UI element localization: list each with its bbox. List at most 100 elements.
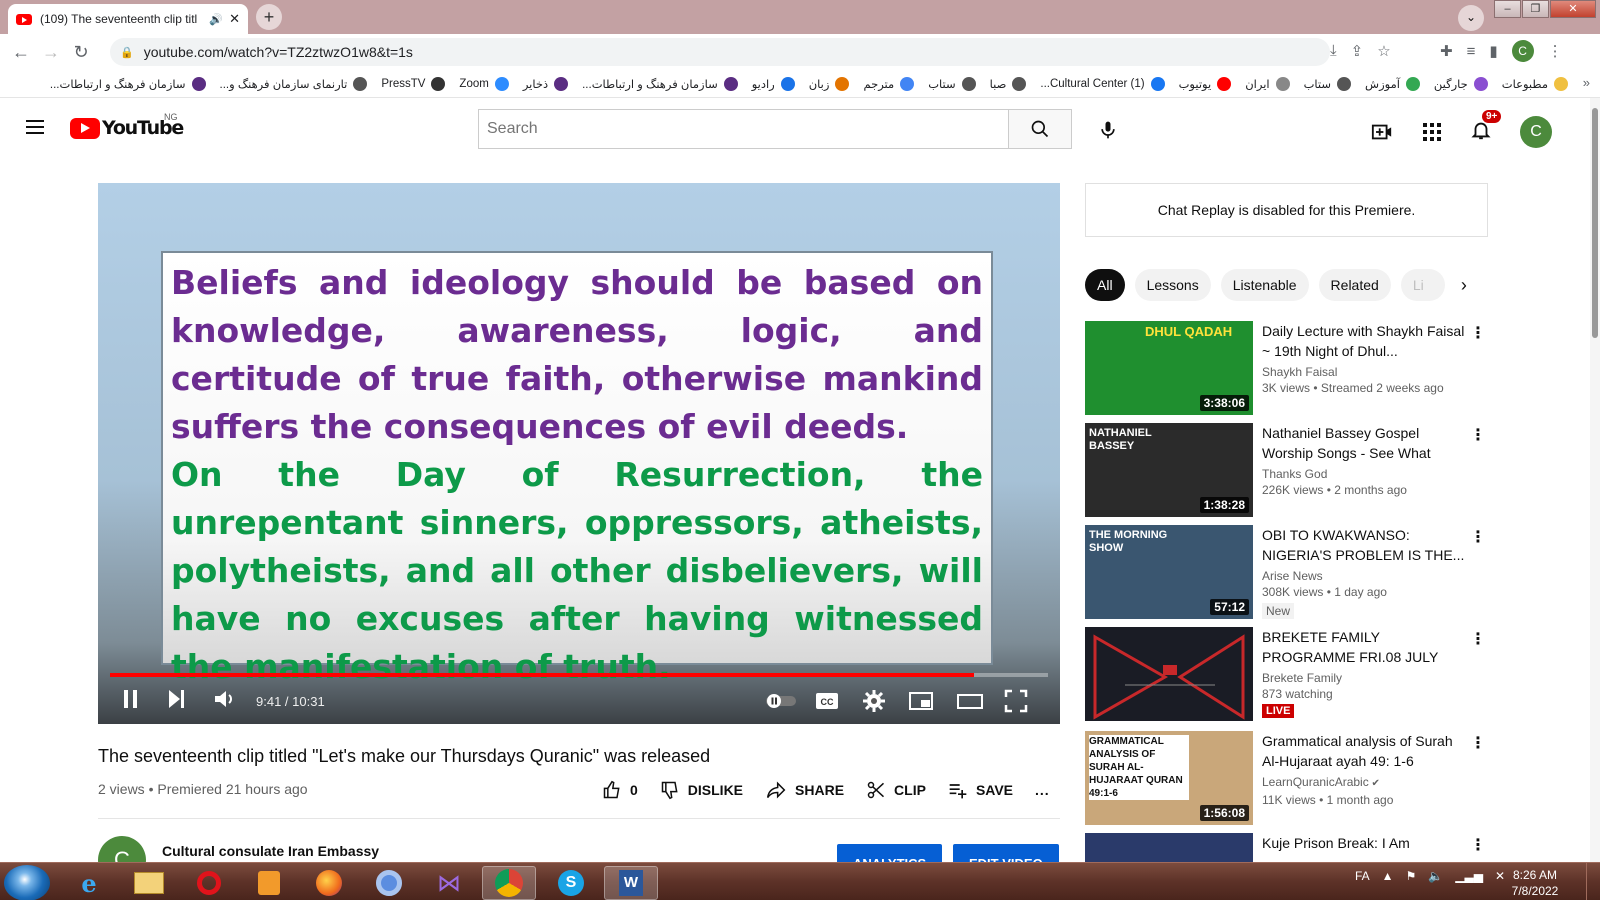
video-thumbnail[interactable] (1085, 627, 1253, 721)
recommendation-item[interactable]: Kuje Prison Break: I Am ⋮ (1085, 833, 1485, 862)
account-avatar[interactable]: C (1520, 116, 1552, 148)
bookmark-item[interactable]: زبان (809, 76, 850, 91)
skype-icon[interactable]: S (544, 866, 598, 900)
filter-chip[interactable]: Listenable (1220, 269, 1309, 301)
progress-bar[interactable] (110, 673, 1048, 677)
browser-menu-icon[interactable]: ⋮ (1548, 42, 1563, 60)
minimize-button[interactable]: – (1494, 0, 1521, 18)
video-thumbnail[interactable] (1085, 833, 1253, 862)
chips-next-chevron-icon[interactable]: › (1461, 275, 1467, 296)
reading-list-icon[interactable]: ≡ (1467, 43, 1476, 60)
more-actions-button[interactable]: ... (1035, 782, 1050, 798)
bookmark-item[interactable]: سازمان فرهنگ و ارتباطات... (50, 76, 206, 91)
video-thumbnail[interactable]: THE MORNING SHOW 57:12 (1085, 525, 1253, 619)
bookmark-item[interactable]: PressTV (381, 76, 446, 91)
more-options-kebab-icon[interactable]: ⋮ (1470, 425, 1486, 445)
bookmark-item[interactable]: سازمان فرهنگ و ارتباطات... (582, 76, 738, 91)
share-button[interactable]: SHARE (765, 780, 844, 800)
bookmark-item[interactable]: ذخایر (523, 76, 569, 91)
browser-profile-avatar[interactable]: C (1511, 40, 1534, 62)
bookmark-item[interactable]: یوتیوب (1179, 76, 1232, 91)
forward-arrow-icon[interactable]: → (36, 42, 66, 63)
chromium-icon[interactable] (362, 866, 416, 900)
bookmarks-overflow-icon[interactable]: » (1583, 75, 1590, 90)
bookmark-item[interactable]: ستاب (1304, 76, 1352, 91)
voice-search-button[interactable] (1090, 112, 1126, 148)
hamburger-menu-icon[interactable] (26, 120, 44, 138)
like-button[interactable]: 0 (602, 780, 638, 800)
word-icon[interactable]: W (604, 866, 658, 900)
browser-tab[interactable]: (109) The seventeenth clip titl 🔊 ✕ (8, 4, 248, 34)
filter-chip[interactable]: Lessons (1134, 269, 1211, 301)
bookmark-item[interactable]: جارگین (1434, 76, 1488, 91)
recommendation-item[interactable]: BREKETE FAMILY PROGRAMME FRI.08 JULY 202… (1085, 627, 1486, 723)
maximize-button[interactable]: ❐ (1522, 0, 1549, 18)
page-scrollbar[interactable] (1590, 98, 1600, 862)
bookmark-item[interactable]: صبا (990, 76, 1027, 91)
volume-icon[interactable] (214, 689, 236, 709)
tray-expand-icon[interactable]: ▲ (1382, 869, 1394, 883)
install-icon[interactable]: ⤓ (1330, 42, 1337, 60)
bookmark-item[interactable]: Zoom (459, 76, 509, 91)
recommendation-title[interactable]: BREKETE FAMILY PROGRAMME FRI.08 JULY 202… (1262, 627, 1467, 667)
chrome-icon[interactable] (482, 866, 536, 900)
bookmark-item[interactable]: رادیو (752, 76, 795, 91)
video-thumbnail[interactable]: DHUL QADAH 3:38:06 (1085, 321, 1253, 415)
recommendation-channel[interactable]: LearnQuranicArabic (1262, 775, 1369, 789)
recommendation-item[interactable]: NATHANIEL BASSEY 1:38:28 Nathaniel Bassey … (1085, 423, 1486, 519)
create-video-icon[interactable] (1370, 121, 1394, 143)
more-options-kebab-icon[interactable]: ⋮ (1470, 527, 1486, 547)
autoplay-toggle-icon[interactable] (764, 688, 798, 714)
bookmark-item[interactable]: تارنمای سازمان فرهنگ و... (220, 76, 368, 91)
internet-explorer-icon[interactable]: e (62, 866, 116, 900)
start-button[interactable] (4, 865, 50, 900)
clip-button[interactable]: CLIP (866, 780, 926, 800)
share-page-icon[interactable]: ⇪ (1351, 42, 1364, 60)
filter-chip[interactable]: Related (1318, 269, 1391, 301)
dislike-button[interactable]: DISLIKE (660, 780, 743, 800)
taskbar-clock[interactable]: 8:26 AM 7/8/2022 (1500, 867, 1570, 899)
pause-icon[interactable] (122, 689, 140, 709)
opera-icon[interactable] (182, 866, 236, 900)
media-player-icon[interactable] (242, 866, 296, 900)
fullscreen-icon[interactable] (1004, 688, 1028, 714)
language-indicator[interactable]: FA (1355, 869, 1370, 883)
extensions-puzzle-icon[interactable]: ✚ (1440, 42, 1453, 60)
recommendation-channel[interactable]: Shaykh Faisal (1262, 365, 1467, 379)
recommendation-item[interactable]: DHUL QADAH 3:38:06 Daily Lecture with Shay… (1085, 321, 1486, 417)
recommendation-channel[interactable]: Thanks God (1262, 467, 1467, 481)
volume-tray-icon[interactable]: 🔈 (1428, 869, 1443, 883)
filter-chip[interactable]: All (1085, 269, 1125, 301)
video-player[interactable]: Beliefs and ideology should be based on … (98, 183, 1060, 724)
miniplayer-icon[interactable] (908, 688, 934, 714)
recommendation-title[interactable]: Grammatical analysis of Surah Al-Hujaraa… (1262, 731, 1467, 771)
captions-icon[interactable]: CC (814, 688, 840, 714)
channel-name[interactable]: Cultural consulate Iran Embassy (162, 843, 379, 859)
recommendation-title[interactable]: Daily Lecture with Shaykh Faisal ~ 19th … (1262, 321, 1467, 361)
search-input[interactable] (478, 109, 1008, 149)
notifications-button[interactable]: 9+ (1470, 109, 1502, 147)
save-button[interactable]: SAVE (948, 780, 1013, 800)
firefox-icon[interactable] (302, 866, 356, 900)
back-arrow-icon[interactable]: ← (6, 42, 36, 63)
recommendation-item[interactable]: THE MORNING SHOW 57:12 OBI TO KWAKWANSO: N… (1085, 525, 1486, 621)
recommendation-title[interactable]: Kuje Prison Break: I Am (1262, 833, 1467, 853)
url-omnibox[interactable]: 🔒 youtube.com/watch?v=TZ2ztwzO1w8&t=1s (110, 38, 1330, 66)
network-signal-icon[interactable]: ▁▃▅ (1455, 869, 1483, 883)
theater-mode-icon[interactable] (956, 688, 984, 714)
file-explorer-icon[interactable] (122, 866, 176, 900)
recommendation-item[interactable]: GRAMMATICAL ANALYSIS OF SURAH AL-HUJARAA… (1085, 731, 1486, 827)
bookmark-item[interactable]: (1) Cultural Center... (1040, 76, 1165, 91)
more-options-kebab-icon[interactable]: ⋮ (1470, 629, 1486, 649)
side-panel-icon[interactable]: ▮ (1489, 42, 1497, 60)
speaker-icon[interactable]: 🔊 (209, 13, 223, 26)
bookmark-item[interactable]: آموزش (1365, 76, 1420, 91)
bookmark-item[interactable]: مطبوعات (1502, 76, 1568, 91)
bookmark-star-icon[interactable]: ☆ (1377, 42, 1390, 60)
recommendation-channel[interactable]: Brekete Family (1262, 671, 1467, 685)
search-button[interactable] (1008, 109, 1072, 149)
tab-search-button[interactable]: ⌄ (1458, 5, 1484, 31)
close-tab-icon[interactable]: ✕ (229, 11, 240, 27)
bookmark-item[interactable]: ایران (1245, 76, 1290, 91)
action-center-icon[interactable]: ⚑ (1406, 869, 1417, 883)
